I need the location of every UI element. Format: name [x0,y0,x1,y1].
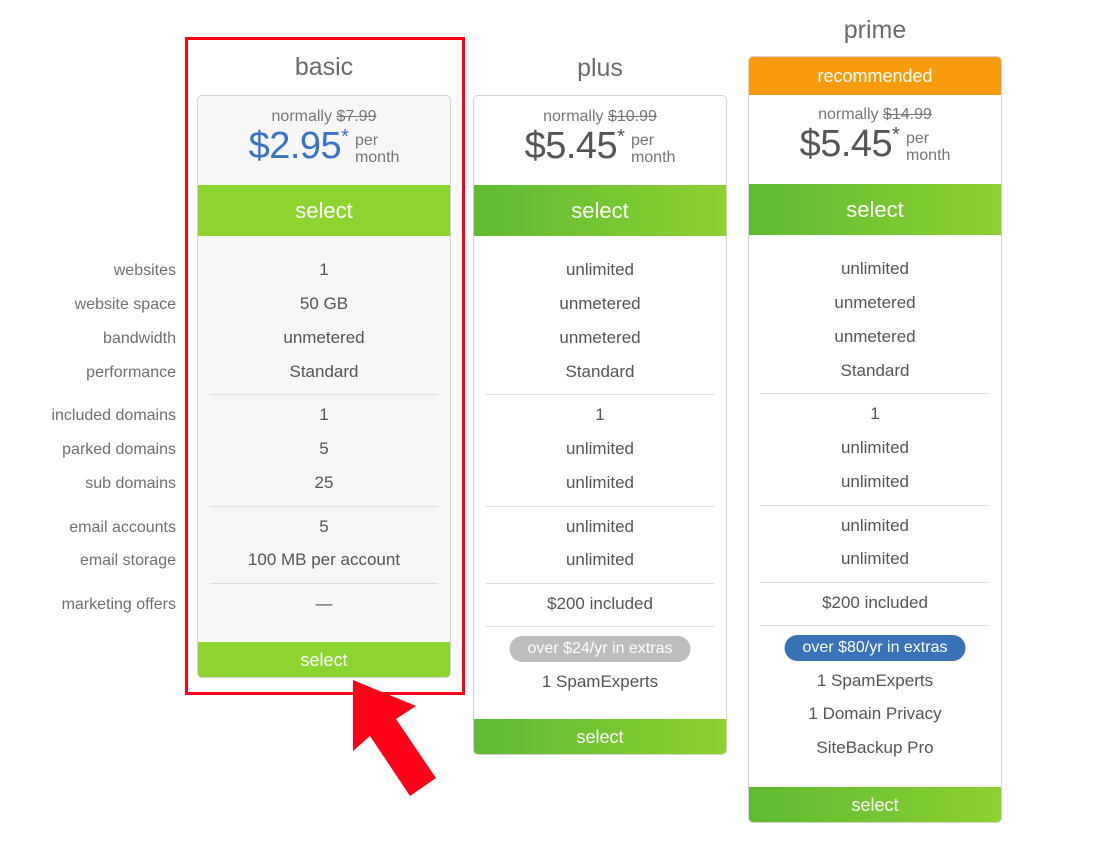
asterisk: * [617,126,625,148]
per-month: per month [630,132,676,166]
select-button-bottom[interactable]: select [474,719,726,754]
value-marketing-offers: $200 included [547,594,653,613]
divider [486,394,714,395]
divider [761,625,989,626]
value-included-domains: 1 [595,405,605,424]
value-sub-domains: unlimited [565,473,635,492]
divider [486,583,714,584]
value-parked-domains: unlimited [565,439,635,458]
label-performance: performance [86,364,176,381]
original-price: $14.99 [882,106,932,123]
select-button-top[interactable]: select [474,185,726,236]
value-performance: Standard [840,361,910,380]
extras-badge: over $80/yr in extras [784,635,966,661]
label-email-accounts: email accounts [69,519,176,536]
divider [486,506,714,507]
asterisk: * [892,124,900,146]
divider [761,582,989,583]
value-websites: unlimited [565,260,635,279]
label-sub-domains: sub domains [85,475,176,492]
label-websites: websites [113,262,176,279]
price-box: normally $10.99 $5.45 * per month [474,96,726,185]
plan-name: plus [577,54,623,82]
value-sub-domains: unlimited [840,472,910,491]
value-website-space: unmetered [834,293,916,312]
per-month: per month [905,130,951,164]
normal-price: normally $14.99 [818,106,932,123]
value-email-storage: unlimited [840,549,910,568]
value-email-accounts: unlimited [565,517,635,536]
plan-card: normally $10.99 $5.45 * per month select … [473,95,727,755]
value-included-domains: 1 [870,404,880,423]
value-parked-domains: unlimited [840,438,910,457]
extras-badge: over $24/yr in extras [509,636,691,662]
extra-spamexperts: 1 SpamExperts [541,672,659,691]
original-price: $10.99 [607,108,657,125]
price-box: normally $14.99 $5.45 * per month [749,95,1001,184]
divider [761,505,989,506]
label-bandwidth: bandwidth [103,330,176,347]
value-website-space: unmetered [559,294,641,313]
highlight-box [185,37,465,695]
divider [486,626,714,627]
value-bandwidth: unmetered [559,328,641,347]
recommended-ribbon: recommended [749,57,1001,95]
select-button-bottom[interactable]: select [749,787,1001,822]
value-bandwidth: unmetered [834,327,916,346]
label-marketing-offers: marketing offers [61,596,176,613]
value-performance: Standard [565,362,635,381]
label-included-domains: included domains [51,407,176,424]
label-email-storage: email storage [79,552,176,569]
label-website-space: website space [74,296,176,313]
label-parked-domains: parked domains [62,441,176,458]
extra-spamexperts: 1 SpamExperts [816,671,934,690]
value-marketing-offers: $200 included [822,593,928,612]
arrow-up-left-icon [353,680,436,796]
extra-sitebackup-pro: SiteBackup Pro [816,738,934,757]
plan-name: prime [843,16,907,44]
value-websites: unlimited [840,259,910,278]
value-email-accounts: unlimited [840,516,910,535]
sale-price: $5.45 [524,125,618,167]
sale-price: $5.45 [799,123,893,165]
divider [761,393,989,394]
select-button-top[interactable]: select [749,184,1001,235]
normal-price: normally $10.99 [543,108,657,125]
plan-card: recommended normally $14.99 $5.45 * per m… [748,56,1002,823]
extra-domain-privacy: 1 Domain Privacy [808,704,942,723]
value-email-storage: unlimited [565,550,635,569]
